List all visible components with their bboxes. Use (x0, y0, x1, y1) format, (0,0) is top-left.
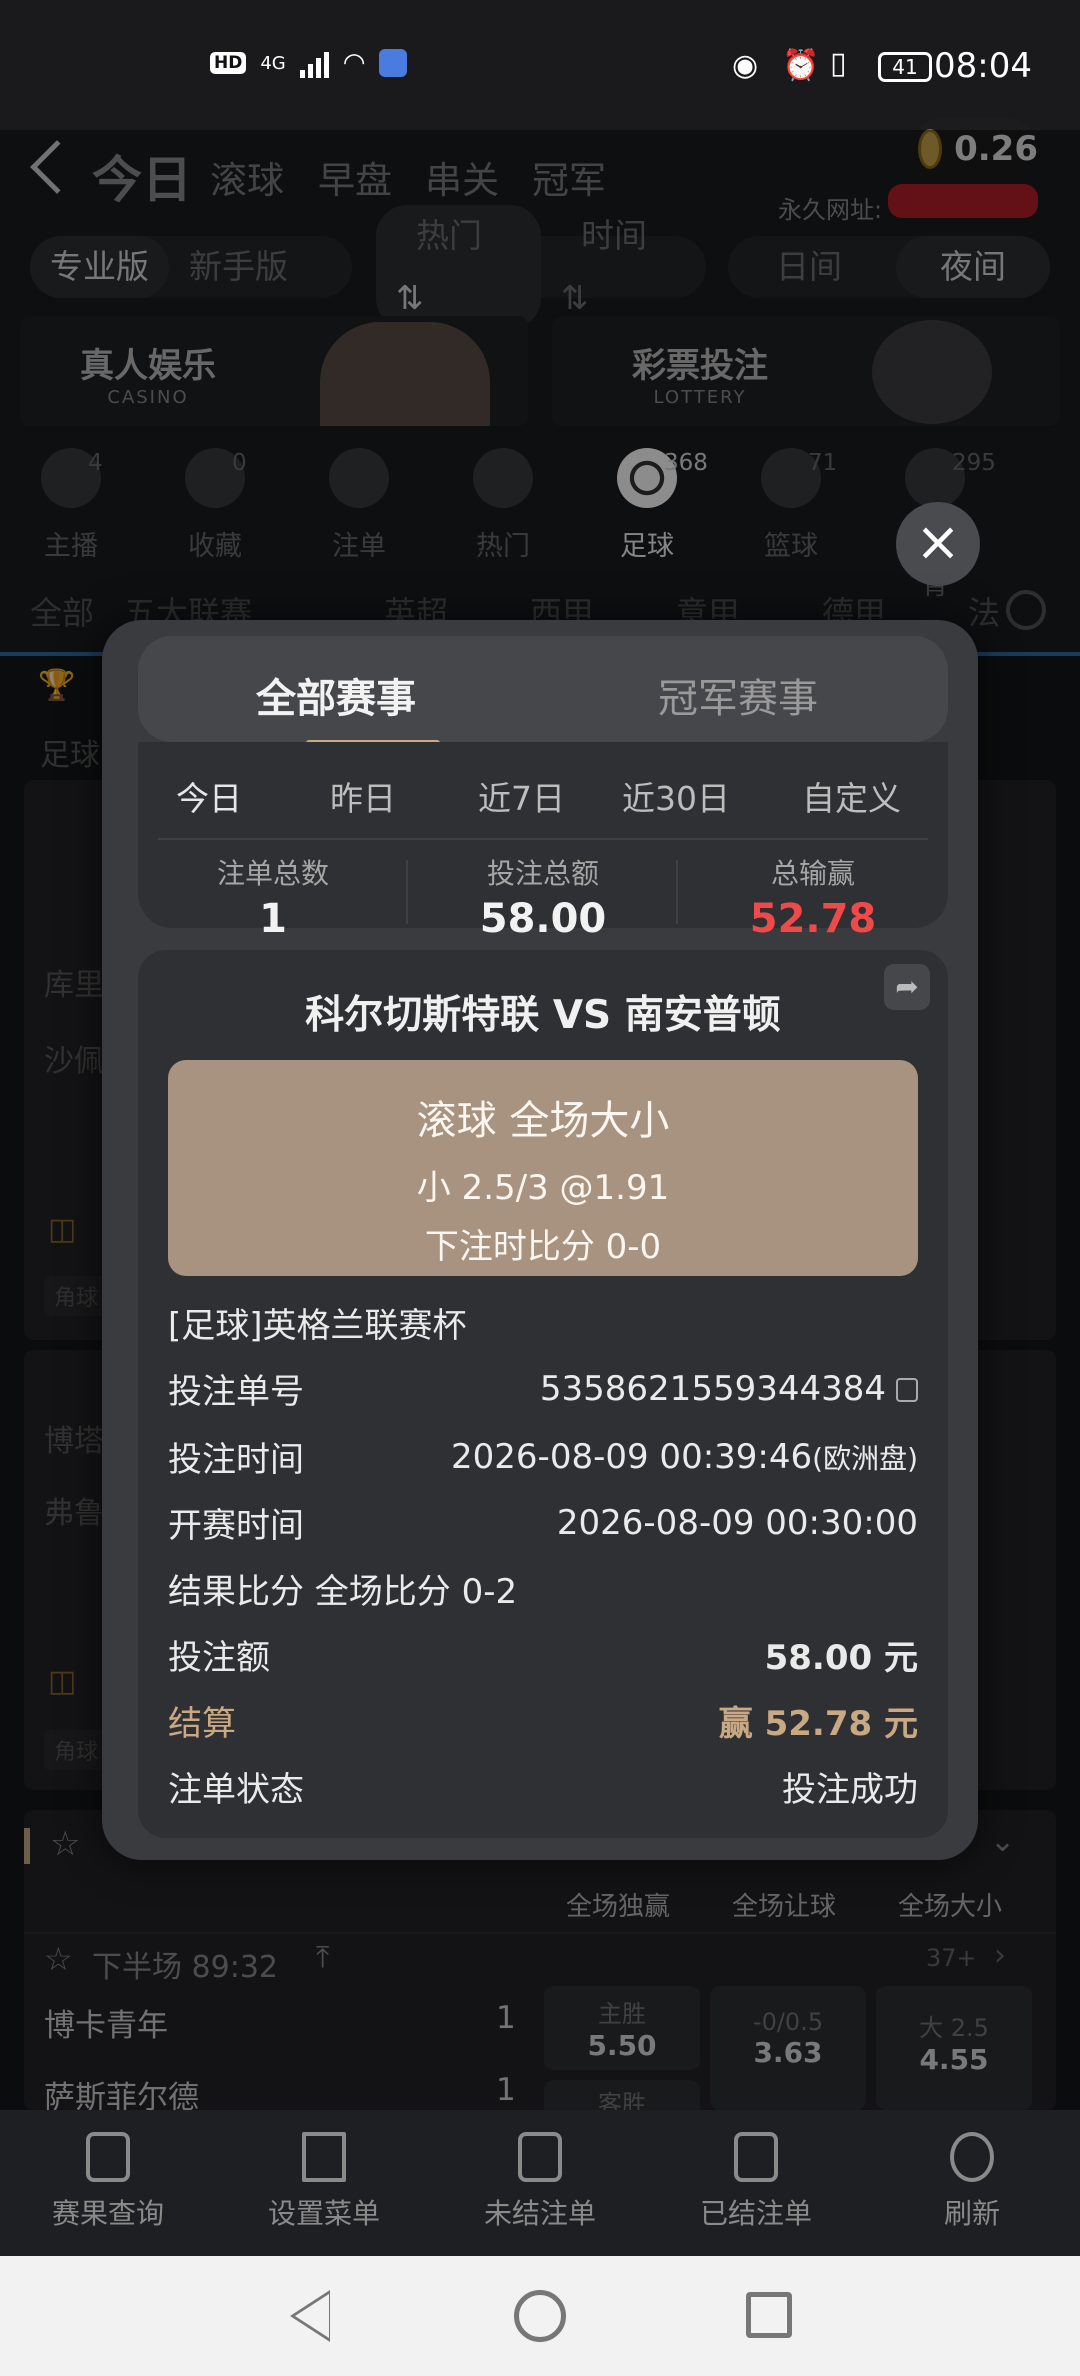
league-name: [足球]英格兰联赛杯 (168, 1306, 467, 1346)
odds-type-note: (欧洲盘) (812, 1441, 918, 1475)
status-bar: HD 4G ◠ ◉ ⏰ ▯ 41 08:04 (0, 0, 1080, 130)
nav-settled[interactable]: 已结注单 (666, 2132, 846, 2232)
stat-value: 58.00 (479, 896, 607, 942)
status-value: 投注成功 (782, 1770, 918, 1810)
stat-value: 52.78 (749, 896, 877, 942)
bet-id-value: 5358621559344384 (539, 1368, 886, 1409)
row-label: 投注单号 (168, 1372, 304, 1412)
bet-detail-card: 科尔切斯特联 VS 南安普顿 ➦ 滚球 全场大小 小 2.5/3 @1.91 下… (138, 950, 948, 1838)
row-label: 投注额 (168, 1638, 270, 1678)
nav-settings[interactable]: 设置菜单 (234, 2132, 414, 2232)
stat-value: 1 (259, 896, 287, 942)
stat-label: 注单总数 (216, 857, 329, 890)
clock: 08:04 (934, 46, 1032, 86)
period-30d[interactable]: 近30日 (622, 772, 730, 820)
refresh-icon (950, 2132, 994, 2182)
bet-score-at-bet: 下注时比分 0-0 (424, 1227, 662, 1267)
tab-all-events[interactable]: 全部赛事 (256, 666, 416, 724)
stats-panel: 今日 昨日 近7日 近30日 自定义 注单总数 1 投注总额 58.00 总输赢… (138, 742, 948, 942)
row-status: 注单状态 投注成功 (168, 1762, 918, 1811)
nav-label: 未结注单 (483, 2197, 596, 2230)
row-bet-id: 投注单号 5358621559344384 (168, 1364, 918, 1413)
bet-time-value: 2026-08-09 00:39:46 (451, 1436, 813, 1477)
share-icon[interactable]: ➦ (884, 964, 930, 1010)
music-app-icon (379, 49, 408, 77)
status-left: HD 4G ◠ (210, 48, 408, 78)
home-nav-icon[interactable] (514, 2290, 566, 2342)
row-result: 结果比分 全场比分 0-2 (168, 1564, 918, 1613)
row-start-time: 开赛时间 2026-08-09 00:30:00 (168, 1498, 918, 1547)
period-yesterday[interactable]: 昨日 (330, 772, 396, 820)
nav-refresh[interactable]: 刷新 (882, 2132, 1062, 2232)
bet-pick: 小 2.5/3 @1.91 (416, 1168, 670, 1208)
stat-label: 总输赢 (770, 857, 855, 890)
bet-record-modal: 全部赛事 冠军赛事 今日 昨日 近7日 近30日 自定义 注单总数 1 投注总额… (102, 620, 978, 1860)
nav-label: 赛果查询 (51, 2197, 164, 2230)
alarm-icon: ⏰ (782, 48, 820, 83)
row-settlement: 结算 赢 52.78 元 (168, 1696, 918, 1745)
row-label: 开赛时间 (168, 1506, 304, 1546)
stake-value: 58.00 元 (764, 1638, 918, 1678)
bet-type: 滚球 全场大小 (416, 1098, 670, 1144)
eye-icon: ◉ (732, 48, 759, 83)
bet-summary-box: 滚球 全场大小 小 2.5/3 @1.91 下注时比分 0-0 (168, 1060, 918, 1276)
recents-nav-icon[interactable] (746, 2292, 792, 2338)
start-time-value: 2026-08-09 00:30:00 (556, 1502, 918, 1543)
system-nav-bar (0, 2256, 1080, 2376)
wifi-icon: ◠ (342, 48, 366, 78)
vibrate-icon: ▯ (830, 46, 847, 81)
settlement-value: 赢 52.78 元 (718, 1704, 918, 1744)
match-title: 科尔切斯特联 VS 南安普顿 (305, 993, 781, 1038)
back-nav-inner (295, 2294, 329, 2338)
bottom-nav: 赛果查询 设置菜单 未结注单 已结注单 刷新 (0, 2110, 1080, 2256)
nav-label: 设置菜单 (267, 2197, 380, 2230)
row-label: 投注时间 (168, 1440, 304, 1480)
stat-profit: 总输赢 52.78 (678, 852, 948, 942)
stat-label: 投注总额 (486, 857, 599, 890)
nav-results[interactable]: 赛果查询 (18, 2132, 198, 2232)
copy-icon[interactable] (896, 1378, 918, 1402)
nav-unsettled[interactable]: 未结注单 (450, 2132, 630, 2232)
divider (158, 838, 928, 840)
sliders-icon (302, 2132, 346, 2182)
hd-badge: HD (210, 52, 247, 74)
tab-champion-events[interactable]: 冠军赛事 (658, 666, 818, 724)
period-custom[interactable]: 自定义 (802, 772, 901, 820)
result-label: 结果比分 全场比分 0-2 (168, 1572, 518, 1612)
row-stake: 投注额 58.00 元 (168, 1630, 918, 1679)
yen-clipboard-icon (734, 2132, 778, 2182)
stat-total-bet: 投注总额 58.00 (408, 852, 678, 942)
period-7d[interactable]: 近7日 (478, 772, 565, 820)
clipboard-icon (518, 2132, 562, 2182)
row-bet-time: 投注时间 2026-08-09 00:39:46(欧洲盘) (168, 1432, 918, 1481)
results-search-icon (86, 2132, 130, 2182)
stat-count: 注单总数 1 (138, 852, 408, 942)
row-label: 结算 (168, 1704, 236, 1744)
row-label: 注单状态 (168, 1770, 304, 1810)
modal-tabs: 全部赛事 冠军赛事 (138, 636, 948, 746)
nav-label: 刷新 (943, 2197, 1000, 2230)
network-label: 4G (260, 52, 286, 74)
close-icon[interactable]: × (896, 502, 980, 586)
battery-icon: 41 (878, 52, 932, 82)
period-today[interactable]: 今日 (176, 772, 242, 820)
signal-icon (299, 48, 329, 78)
league-line: [足球]英格兰联赛杯 (168, 1298, 918, 1347)
nav-label: 已结注单 (699, 2197, 812, 2230)
